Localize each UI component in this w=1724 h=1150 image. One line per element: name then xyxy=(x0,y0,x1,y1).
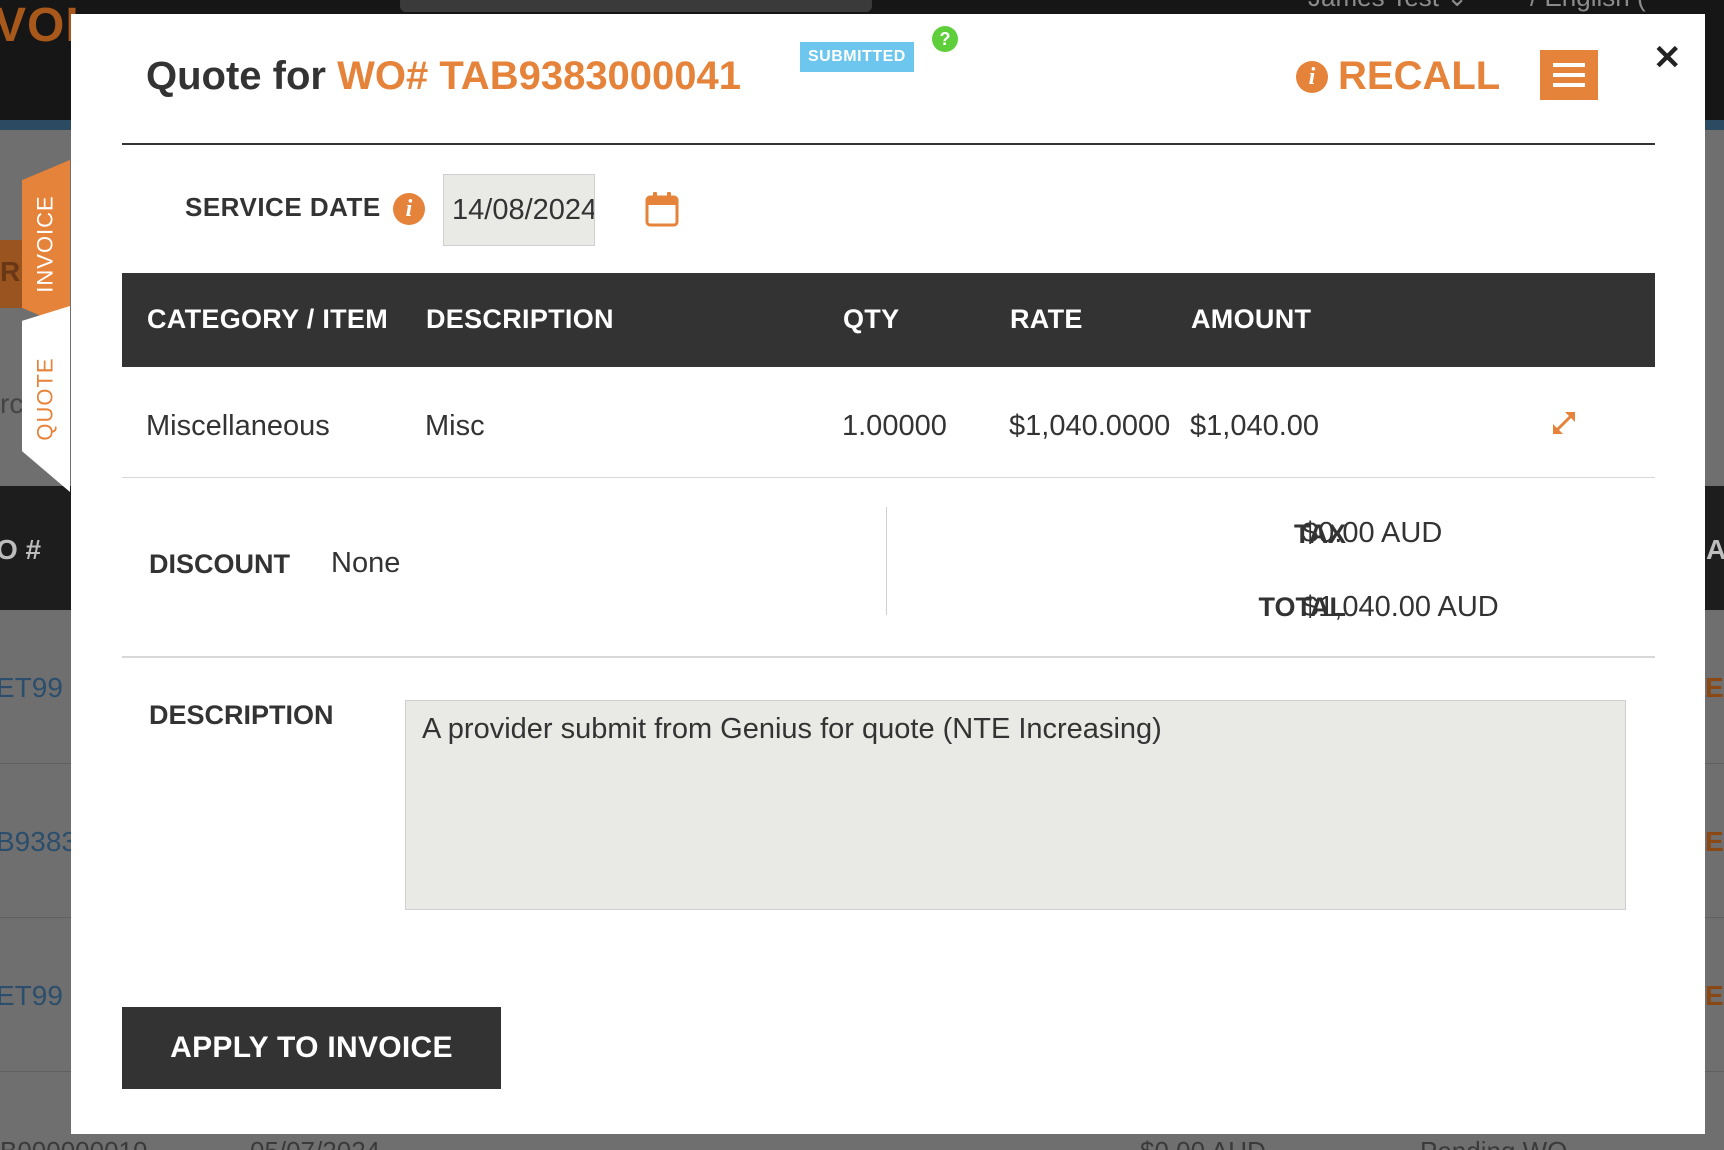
background-brand: VOI xyxy=(0,0,80,52)
apply-to-invoice-button[interactable]: APPLY TO INVOICE xyxy=(122,1007,501,1089)
menu-button[interactable] xyxy=(1540,50,1598,100)
tab-invoice[interactable]: INVOICE xyxy=(22,160,70,328)
title-prefix: Quote for xyxy=(146,54,326,98)
work-order-number: WO# TAB9383000041 xyxy=(337,54,742,98)
recall-label: RECALL xyxy=(1338,54,1501,98)
background-user-menu: James Test ⌄ xyxy=(1308,0,1468,13)
menu-icon xyxy=(1553,63,1585,67)
discount-value: None xyxy=(331,547,401,579)
background-scrollbar xyxy=(400,0,872,12)
help-icon[interactable]: ? xyxy=(932,26,958,52)
column-header: QTY xyxy=(843,304,900,334)
quote-modal: Quote for WO# TAB9383000041 SUBMITTED ? … xyxy=(71,14,1705,1134)
tab-quote-label: QUOTE xyxy=(33,357,59,441)
cell-rate: $1,040.0000 xyxy=(1009,410,1171,442)
info-icon: i xyxy=(1296,60,1328,93)
service-date-input[interactable] xyxy=(443,174,595,246)
table-row: Miscellaneous Misc 1.00000 $1,040.0000 $… xyxy=(122,367,1655,478)
cell-description: Misc xyxy=(425,410,485,442)
background-bottom-amount: $0.00 AUD xyxy=(1140,1136,1266,1150)
discount-label: DISCOUNT xyxy=(149,549,290,579)
tax-value: $0.00 AUD xyxy=(1302,517,1443,549)
column-header: AMOUNT xyxy=(1191,304,1312,334)
column-header: CATEGORY / ITEM xyxy=(147,304,389,334)
cell-category: Miscellaneous xyxy=(146,410,330,442)
background-bottom-id: B000000010 xyxy=(0,1136,147,1150)
column-header: RATE xyxy=(1010,304,1083,334)
background-bottom-status: Pending WO xyxy=(1420,1136,1567,1150)
line-items-header: CATEGORY / ITEM DESCRIPTION QTY RATE AMO… xyxy=(122,273,1655,367)
close-icon[interactable]: ✕ xyxy=(1653,38,1682,78)
calendar-icon[interactable] xyxy=(645,191,679,227)
service-date-info-icon[interactable]: i xyxy=(393,193,425,225)
section-divider xyxy=(122,656,1655,658)
background-bottom-date: 05/07/2024 xyxy=(250,1136,380,1150)
total-value: $1,040.00 AUD xyxy=(1302,591,1499,623)
recall-button[interactable]: i RECALL xyxy=(1296,54,1500,99)
column-header: DESCRIPTION xyxy=(426,304,614,334)
expand-icon[interactable] xyxy=(1549,408,1579,438)
tab-invoice-label: INVOICE xyxy=(33,195,58,293)
cell-qty: 1.00000 xyxy=(842,410,947,442)
header-divider xyxy=(122,143,1655,145)
cell-amount: $1,040.00 xyxy=(1190,410,1320,442)
description-field[interactable]: A provider submit from Genius for quote … xyxy=(405,700,1626,910)
service-date-label: SERVICE DATE xyxy=(185,192,381,222)
modal-title: Quote for WO# TAB9383000041 xyxy=(146,54,741,99)
background-language-menu: / English ( xyxy=(1530,0,1646,13)
description-label: DESCRIPTION xyxy=(149,700,334,730)
status-badge: SUBMITTED xyxy=(800,42,914,72)
totals-divider xyxy=(886,507,887,615)
